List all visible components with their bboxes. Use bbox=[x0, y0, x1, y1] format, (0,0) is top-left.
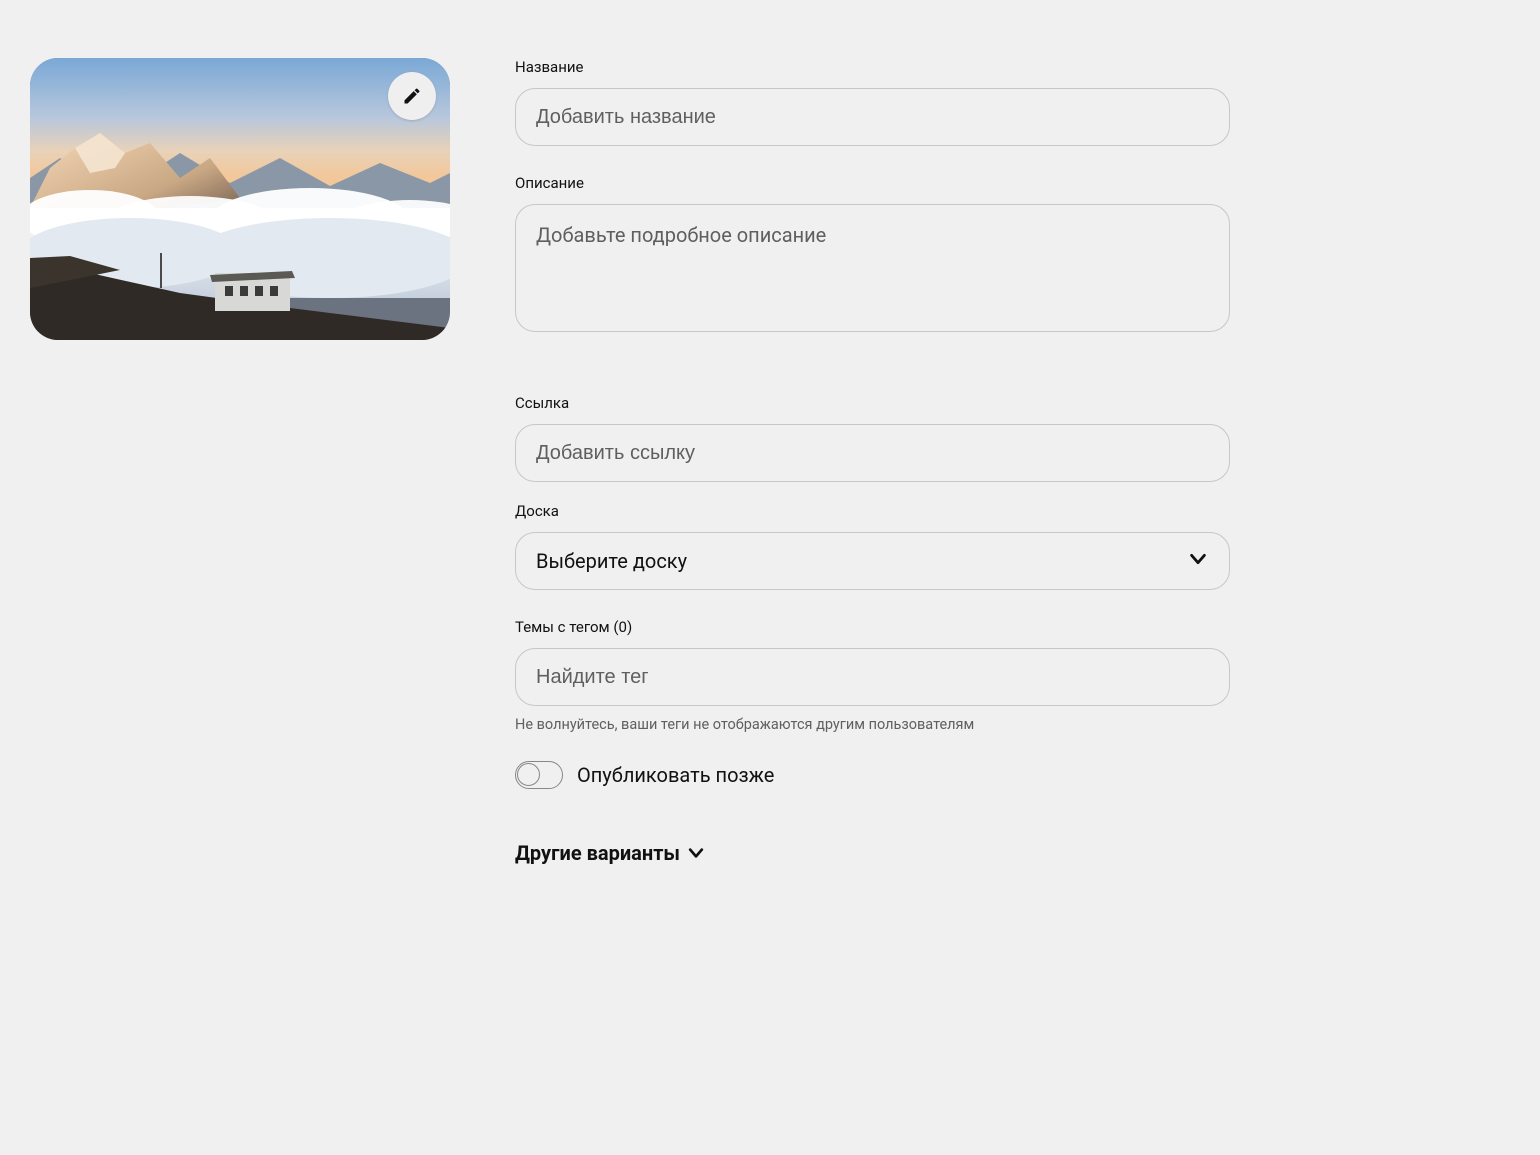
link-label: Ссылка bbox=[515, 394, 1230, 412]
tags-input[interactable] bbox=[515, 648, 1230, 706]
link-field-group: Ссылка bbox=[515, 394, 1230, 482]
chevron-down-icon bbox=[686, 843, 706, 863]
board-selected-value: Выберите доску bbox=[536, 549, 687, 573]
chevron-down-icon bbox=[1187, 548, 1209, 575]
description-input[interactable] bbox=[515, 204, 1230, 332]
tags-field-group: Темы с тегом (0) Не волнуйтесь, ваши тег… bbox=[515, 618, 1230, 733]
description-label: Описание bbox=[515, 174, 1230, 192]
description-field-group: Описание bbox=[515, 174, 1230, 336]
image-column bbox=[30, 58, 450, 865]
image-preview[interactable] bbox=[30, 58, 450, 340]
board-field-group: Доска Выберите доску bbox=[515, 502, 1230, 590]
pin-create-form: Название Описание Ссылка Доска Выберите … bbox=[0, 0, 1540, 895]
tags-hint: Не волнуйтесь, ваши теги не отображаются… bbox=[515, 716, 1230, 733]
tags-label: Темы с тегом (0) bbox=[515, 618, 1230, 636]
publish-later-label: Опубликовать позже bbox=[577, 763, 774, 787]
title-field-group: Название bbox=[515, 58, 1230, 146]
publish-later-row: Опубликовать позже bbox=[515, 761, 1230, 789]
more-options-button[interactable]: Другие варианты bbox=[515, 841, 706, 865]
title-input[interactable] bbox=[515, 88, 1230, 146]
edit-image-button[interactable] bbox=[388, 72, 436, 120]
board-label: Доска bbox=[515, 502, 1230, 520]
more-options-label: Другие варианты bbox=[515, 841, 680, 865]
uploaded-image bbox=[30, 58, 450, 340]
publish-later-toggle[interactable] bbox=[515, 761, 563, 789]
form-column: Название Описание Ссылка Доска Выберите … bbox=[515, 58, 1230, 865]
board-select[interactable]: Выберите доску bbox=[515, 532, 1230, 590]
title-label: Название bbox=[515, 58, 1230, 76]
pencil-icon bbox=[402, 86, 422, 106]
link-input[interactable] bbox=[515, 424, 1230, 482]
toggle-knob bbox=[517, 763, 540, 786]
